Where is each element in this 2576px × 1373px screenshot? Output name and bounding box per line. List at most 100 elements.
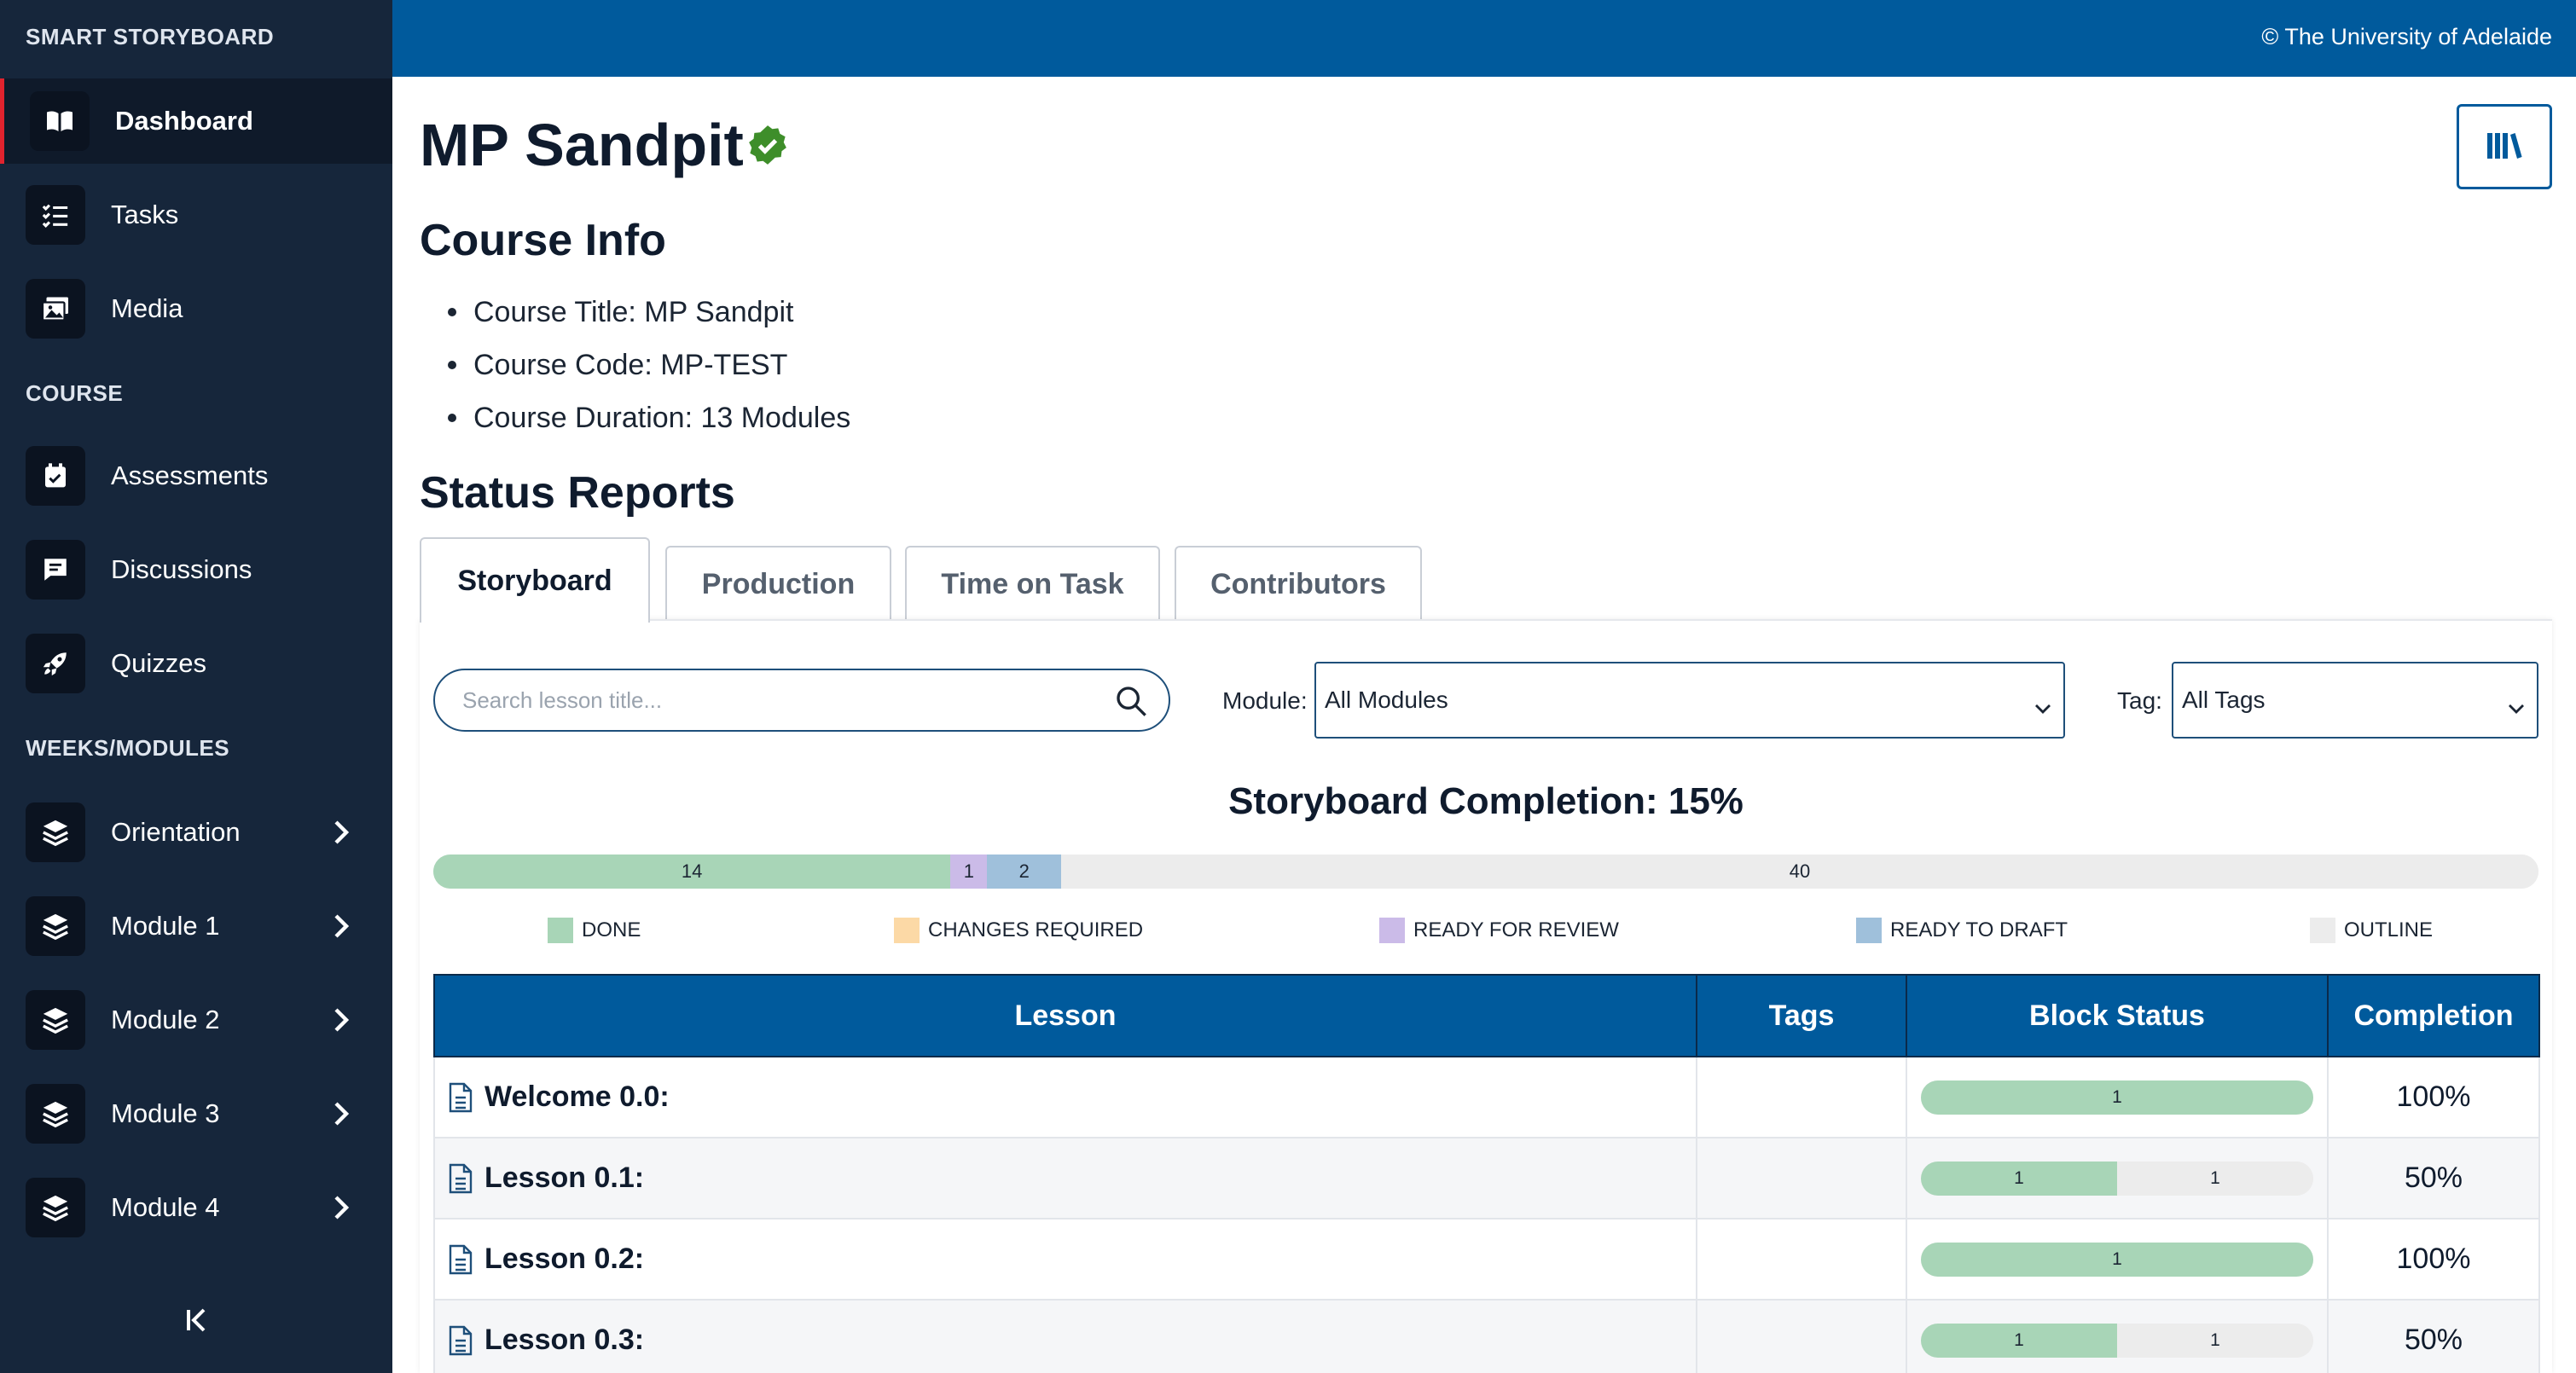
completion-cell: 50% — [2327, 1137, 2540, 1219]
sidebar-item-quizzes[interactable]: Quizzes — [0, 621, 392, 706]
chevron-down-icon — [2034, 694, 2051, 714]
search-input[interactable] — [462, 686, 1094, 714]
copyright-text: © The University of Adelaide — [2261, 24, 2552, 49]
rocket-icon — [26, 634, 85, 693]
document-icon — [449, 1082, 473, 1112]
legend-label: DONE — [582, 918, 641, 941]
sidebar-item-module-3[interactable]: Module 3 — [0, 1071, 392, 1156]
tab-storyboard[interactable]: Storyboard — [420, 537, 650, 623]
document-icon — [449, 1325, 473, 1355]
block-segment: 1 — [1921, 1161, 2117, 1196]
completion-cell: 100% — [2327, 1218, 2540, 1301]
completion-segment-done: 14 — [433, 855, 951, 889]
status-reports-heading: Status Reports — [420, 468, 735, 518]
chevron-right-icon[interactable] — [328, 1007, 354, 1033]
tab-time-on-task[interactable]: Time on Task — [905, 546, 1160, 621]
chevron-right-icon[interactable] — [328, 913, 354, 939]
completion-cell: 50% — [2327, 1299, 2540, 1373]
lesson-title[interactable]: Lesson 0.1: — [484, 1162, 644, 1195]
course-title-item: Course Title: MP Sandpit — [448, 292, 850, 345]
sidebar-item-orientation[interactable]: Orientation — [0, 790, 392, 875]
lesson-title[interactable]: Lesson 0.3: — [484, 1324, 644, 1357]
completion-segment-ready-for-review: 1 — [950, 855, 988, 889]
legend-ready-to-draft: READY TO DRAFT — [1856, 918, 2068, 943]
sidebar-item-module-4[interactable]: Module 4 — [0, 1165, 392, 1250]
lesson-cell[interactable]: Lesson 0.1: — [435, 1162, 1696, 1195]
sidebar-item-label: Module 3 — [111, 1098, 220, 1128]
sidebar-item-label: Module 2 — [111, 1005, 220, 1034]
module-select-value: All Modules — [1325, 686, 1448, 713]
sidebar-item-label: Tasks — [111, 200, 179, 229]
tab-production[interactable]: Production — [665, 546, 891, 621]
verified-badge-icon — [746, 124, 789, 166]
legend-label: READY FOR REVIEW — [1413, 918, 1619, 941]
block-status-bar: 1 1 — [1921, 1161, 2313, 1196]
legend-swatch — [1379, 918, 1405, 943]
tab-contributors[interactable]: Contributors — [1175, 546, 1422, 621]
block-status-bar: 1 — [1921, 1242, 2313, 1277]
chevron-right-icon[interactable] — [328, 820, 354, 845]
lesson-cell[interactable]: Lesson 0.2: — [435, 1243, 1696, 1276]
lesson-cell[interactable]: Welcome 0.0: — [435, 1080, 1696, 1114]
sidebar-item-dashboard[interactable]: Dashboard — [0, 78, 392, 164]
column-header-completion[interactable]: Completion — [2327, 974, 2540, 1057]
legend-ready-for-review: READY FOR REVIEW — [1379, 918, 1619, 943]
module-select[interactable]: All Modules — [1314, 662, 2065, 739]
calendar-check-icon — [26, 446, 85, 506]
course-duration-item: Course Duration: 13 Modules — [448, 397, 850, 450]
document-icon — [449, 1163, 473, 1193]
chevron-right-icon[interactable] — [328, 1101, 354, 1127]
column-header-tags[interactable]: Tags — [1696, 974, 1907, 1057]
layers-icon — [26, 896, 85, 956]
page-title: MP Sandpit — [420, 112, 744, 178]
course-info-list: Course Title: MP Sandpit Course Code: MP… — [448, 292, 850, 450]
task-list-icon — [26, 185, 85, 245]
sidebar-item-label: Module 4 — [111, 1192, 220, 1222]
tags-cell — [1696, 1299, 1907, 1373]
legend-changes-required: CHANGES REQUIRED — [894, 918, 1143, 943]
lesson-cell[interactable]: Lesson 0.3: — [435, 1324, 1696, 1357]
sidebar-item-label: Module 1 — [111, 911, 220, 941]
sidebar-item-label: Orientation — [111, 817, 241, 847]
table-row[interactable]: Lesson 0.1: 1 1 50% — [433, 1137, 2540, 1219]
sidebar-item-module-1[interactable]: Module 1 — [0, 883, 392, 969]
table-row[interactable]: Lesson 0.2: 1 100% — [433, 1218, 2540, 1301]
sidebar-item-assessments[interactable]: Assessments — [0, 433, 392, 518]
search-icon[interactable] — [1114, 684, 1148, 718]
tags-cell — [1696, 1137, 1907, 1219]
tag-select-value: All Tags — [2182, 686, 2266, 713]
completion-segment-outline: 40 — [1061, 855, 2538, 889]
tag-filter-label: Tag: — [2117, 687, 2162, 714]
sidebar-item-label: Dashboard — [115, 106, 253, 136]
chevron-right-icon[interactable] — [328, 1195, 354, 1220]
legend-done: DONE — [548, 918, 641, 943]
sidebar-item-tasks[interactable]: Tasks — [0, 172, 392, 258]
sidebar-item-label: Assessments — [111, 461, 269, 490]
sidebar-item-discussions[interactable]: Discussions — [0, 527, 392, 612]
column-header-block-status[interactable]: Block Status — [1906, 974, 2329, 1057]
column-header-lesson[interactable]: Lesson — [433, 974, 1697, 1057]
photo-gallery-icon — [26, 279, 85, 339]
legend-swatch — [548, 918, 573, 943]
lesson-title[interactable]: Welcome 0.0: — [484, 1080, 670, 1114]
table-row[interactable]: Lesson 0.3: 1 1 50% — [433, 1299, 2540, 1373]
course-section-label: COURSE — [26, 380, 124, 406]
sidebar-item-media[interactable]: Media — [0, 266, 392, 351]
collapse-left-icon — [185, 1308, 207, 1336]
tag-select[interactable]: All Tags — [2172, 662, 2538, 739]
book-open-icon — [30, 91, 90, 151]
completion-segment-ready-to-draft: 2 — [987, 855, 1062, 889]
comment-icon — [26, 540, 85, 600]
block-segment: 1 — [1921, 1323, 2117, 1358]
legend-swatch — [894, 918, 920, 943]
lesson-table: Lesson Tags Block Status Completion Welc… — [433, 974, 2540, 1373]
lesson-title[interactable]: Lesson 0.2: — [484, 1243, 644, 1276]
course-info-heading: Course Info — [420, 216, 666, 265]
library-button[interactable] — [2457, 104, 2552, 189]
table-row[interactable]: Welcome 0.0: 1 100% — [433, 1056, 2540, 1138]
layers-icon — [26, 1178, 85, 1237]
document-icon — [449, 1244, 473, 1274]
legend-label: CHANGES REQUIRED — [928, 918, 1144, 941]
sidebar-item-module-2[interactable]: Module 2 — [0, 977, 392, 1063]
collapse-sidebar-button[interactable] — [0, 1271, 392, 1373]
